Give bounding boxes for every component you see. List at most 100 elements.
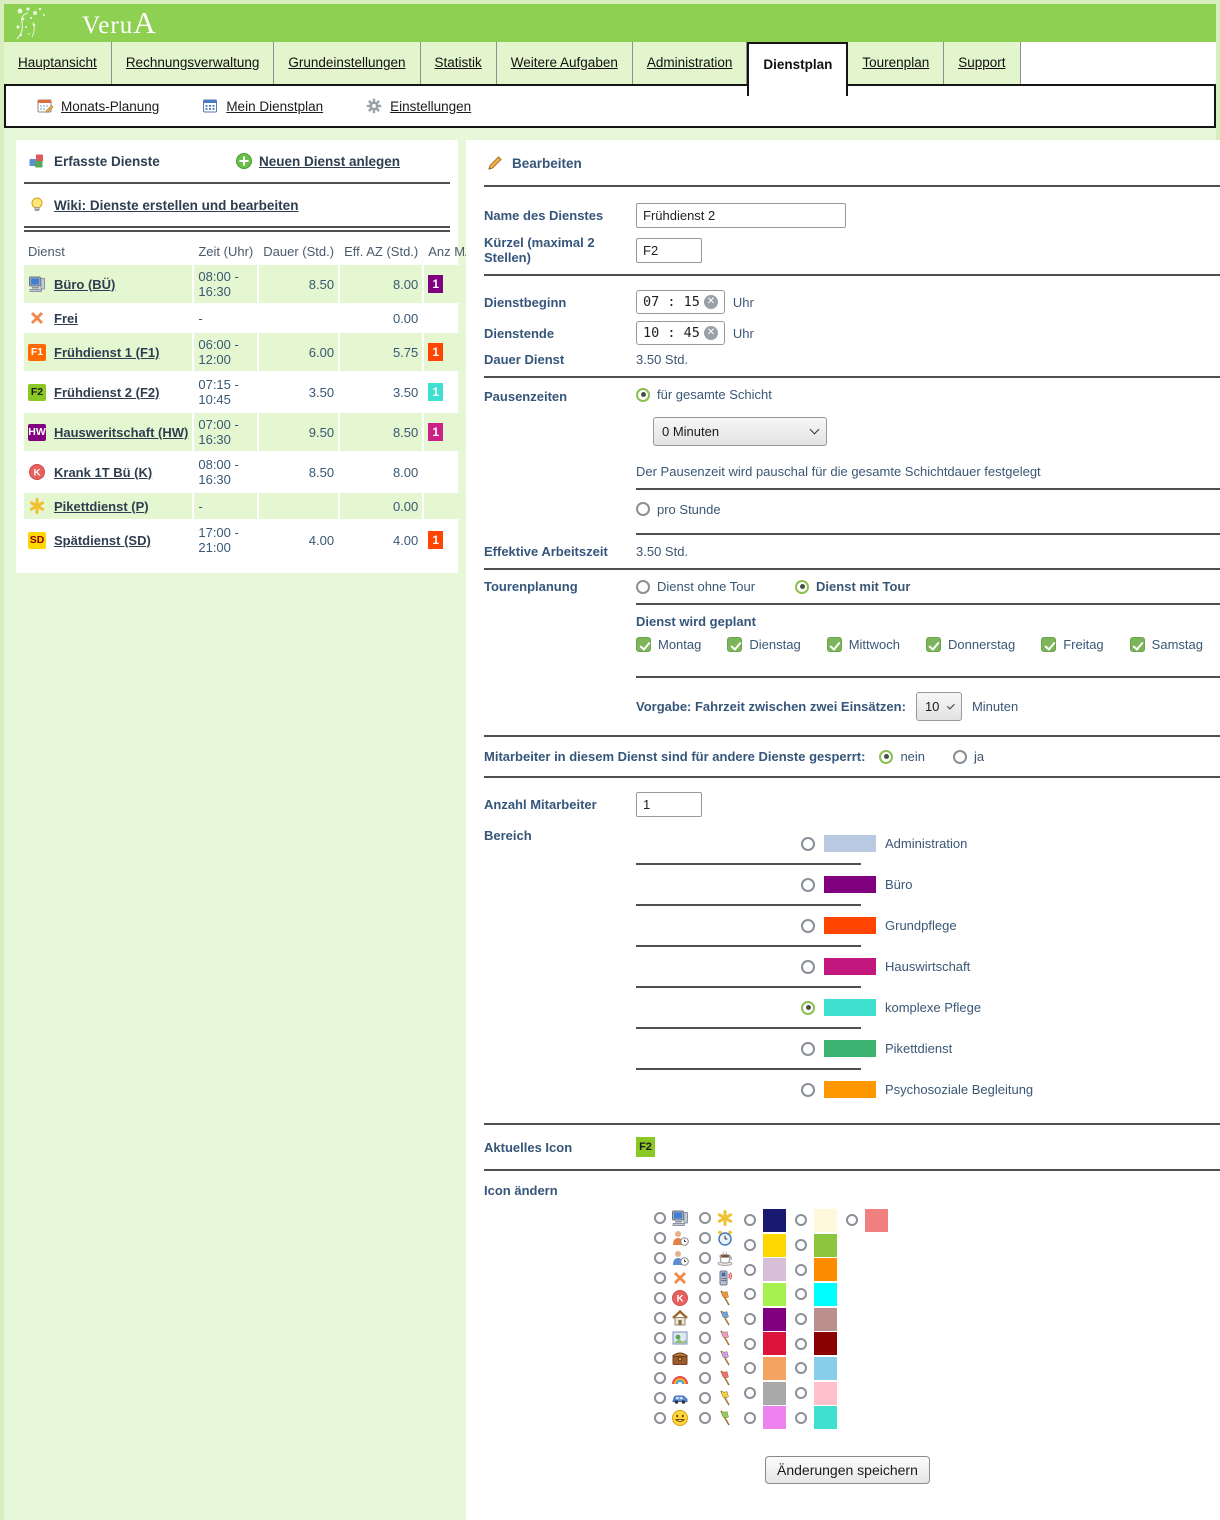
- color-option-radio[interactable]: [795, 1313, 807, 1325]
- bereich-radio[interactable]: [801, 837, 815, 851]
- icon-option-radio[interactable]: [654, 1412, 666, 1424]
- tab-tourenplan[interactable]: Tourenplan: [848, 42, 944, 84]
- icon-option-radio[interactable]: [654, 1212, 666, 1224]
- icon-option-radio[interactable]: [699, 1272, 711, 1284]
- bereich-radio[interactable]: [801, 878, 815, 892]
- icon-option-radio[interactable]: [654, 1232, 666, 1244]
- icon-option-radio[interactable]: [699, 1412, 711, 1424]
- tab-weitere-aufgaben[interactable]: Weitere Aufgaben: [497, 42, 633, 84]
- bereich-radio[interactable]: [801, 960, 815, 974]
- icon-option-radio[interactable]: [699, 1312, 711, 1324]
- tab-statistik[interactable]: Statistik: [421, 42, 497, 84]
- color-option-radio[interactable]: [744, 1387, 756, 1399]
- beginn-time-input[interactable]: 07 : 15 ✕: [636, 290, 725, 314]
- tab-support[interactable]: Support: [944, 42, 1020, 84]
- checkbox-montag[interactable]: [636, 637, 651, 652]
- service-link[interactable]: Frühdienst 1 (F1): [54, 345, 159, 360]
- tab-hauptansicht[interactable]: Hauptansicht: [4, 42, 112, 84]
- color-option-radio[interactable]: [744, 1214, 756, 1226]
- icon-aendern-label: Icon ändern: [484, 1183, 636, 1198]
- checkbox-freitag[interactable]: [1041, 637, 1056, 652]
- ende-time-input[interactable]: 10 : 45 ✕: [636, 321, 725, 345]
- tab-grundeinstellungen[interactable]: Grundeinstellungen: [274, 42, 420, 84]
- clear-time-icon[interactable]: ✕: [704, 295, 718, 309]
- icon-option-radio[interactable]: [654, 1332, 666, 1344]
- tab-dienstplan[interactable]: Dienstplan: [747, 42, 848, 96]
- tour-mit-radio[interactable]: [795, 580, 809, 594]
- anzahl-input[interactable]: [636, 792, 702, 817]
- color-option-ffd700: [744, 1233, 786, 1258]
- service-link[interactable]: Hausweritschaft (HW): [54, 425, 188, 440]
- new-service-link[interactable]: Neuen Dienst anlegen: [259, 154, 400, 169]
- tour-ohne-radio[interactable]: [636, 580, 650, 594]
- color-option-radio[interactable]: [744, 1338, 756, 1350]
- service-name-input[interactable]: [636, 203, 846, 228]
- icon-option-radio[interactable]: [654, 1312, 666, 1324]
- icon-option-radio[interactable]: [699, 1372, 711, 1384]
- color-option-radio[interactable]: [795, 1387, 807, 1399]
- kuerzel-input[interactable]: [636, 238, 702, 263]
- gesperrt-ja-radio[interactable]: [953, 750, 967, 764]
- checkbox-dienstag[interactable]: [727, 637, 742, 652]
- color-option-radio[interactable]: [846, 1214, 858, 1226]
- bereich-radio[interactable]: [801, 919, 815, 933]
- subnav-item-einstellungen[interactable]: Einstellungen: [365, 97, 471, 115]
- bereich-radio[interactable]: [801, 1083, 815, 1097]
- color-option-radio[interactable]: [795, 1288, 807, 1300]
- color-option-radio[interactable]: [744, 1288, 756, 1300]
- fahrzeit-select[interactable]: 10: [916, 692, 962, 721]
- color-option-radio[interactable]: [795, 1239, 807, 1251]
- color-option-radio[interactable]: [744, 1412, 756, 1424]
- icon-option-radio[interactable]: [654, 1372, 666, 1384]
- checkbox-samstag[interactable]: [1130, 637, 1145, 652]
- color-option-radio[interactable]: [795, 1338, 807, 1350]
- icon-option-radio[interactable]: [654, 1252, 666, 1264]
- wiki-link[interactable]: Wiki: Dienste erstellen und bearbeiten: [54, 198, 298, 213]
- bereich-radio[interactable]: [801, 1042, 815, 1056]
- subnav-item-mein-dienstplan[interactable]: Mein Dienstplan: [201, 97, 323, 115]
- service-link[interactable]: Spätdienst (SD): [54, 533, 151, 548]
- service-link[interactable]: Pikettdienst (P): [54, 499, 149, 514]
- clear-time-icon[interactable]: ✕: [704, 326, 718, 340]
- save-button[interactable]: Änderungen speichern: [765, 1456, 930, 1484]
- service-link[interactable]: Büro (BÜ): [54, 277, 115, 292]
- icon-option-radio[interactable]: [699, 1252, 711, 1264]
- icon-option-radio[interactable]: [699, 1392, 711, 1404]
- color-option-radio[interactable]: [795, 1362, 807, 1374]
- checkbox-mittwoch[interactable]: [827, 637, 842, 652]
- subnav-item-monats-planung[interactable]: Monats-Planung: [36, 97, 159, 115]
- color-option-radio[interactable]: [795, 1214, 807, 1226]
- tab-administration[interactable]: Administration: [633, 42, 748, 84]
- icon-option-radio[interactable]: [699, 1232, 711, 1244]
- bereich-radio[interactable]: [801, 1001, 815, 1015]
- icon-option-radio[interactable]: [654, 1392, 666, 1404]
- color-option-radio[interactable]: [795, 1264, 807, 1276]
- color-option-radio[interactable]: [744, 1239, 756, 1251]
- services-panel-title: Erfasste Dienste: [54, 154, 160, 169]
- service-link[interactable]: Frühdienst 2 (F2): [54, 385, 159, 400]
- service-cell-content: SDSpätdienst (SD): [28, 532, 188, 549]
- icon-option-radio[interactable]: [654, 1292, 666, 1304]
- color-option-radio[interactable]: [744, 1313, 756, 1325]
- icon-option-radio[interactable]: [699, 1212, 711, 1224]
- icon-option-radio[interactable]: [699, 1352, 711, 1364]
- icon-option-radio[interactable]: [654, 1272, 666, 1284]
- checkbox-donnerstag[interactable]: [926, 637, 941, 652]
- pause-schicht-radio[interactable]: [636, 388, 650, 402]
- color-option-radio[interactable]: [744, 1362, 756, 1374]
- icon-option-radio[interactable]: [654, 1352, 666, 1364]
- pause-stunde-radio[interactable]: [636, 502, 650, 516]
- pause-duration-select[interactable]: 0 Minuten: [653, 417, 827, 446]
- tab-rechnungsverwaltung[interactable]: Rechnungsverwaltung: [112, 42, 275, 84]
- service-link[interactable]: Frei: [54, 311, 78, 326]
- gesperrt-nein-radio[interactable]: [879, 750, 893, 764]
- color-option-00ffff: [795, 1282, 837, 1307]
- icon-option-radio[interactable]: [699, 1292, 711, 1304]
- picture-icon: [671, 1329, 689, 1347]
- icon-option-radio[interactable]: [699, 1332, 711, 1344]
- car-icon: [671, 1389, 689, 1407]
- table-row: F2Frühdienst 2 (F2)07:15 - 10:453.503.50…: [24, 373, 478, 411]
- color-option-radio[interactable]: [744, 1264, 756, 1276]
- color-option-radio[interactable]: [795, 1412, 807, 1424]
- service-link[interactable]: Krank 1T Bü (K): [54, 465, 152, 480]
